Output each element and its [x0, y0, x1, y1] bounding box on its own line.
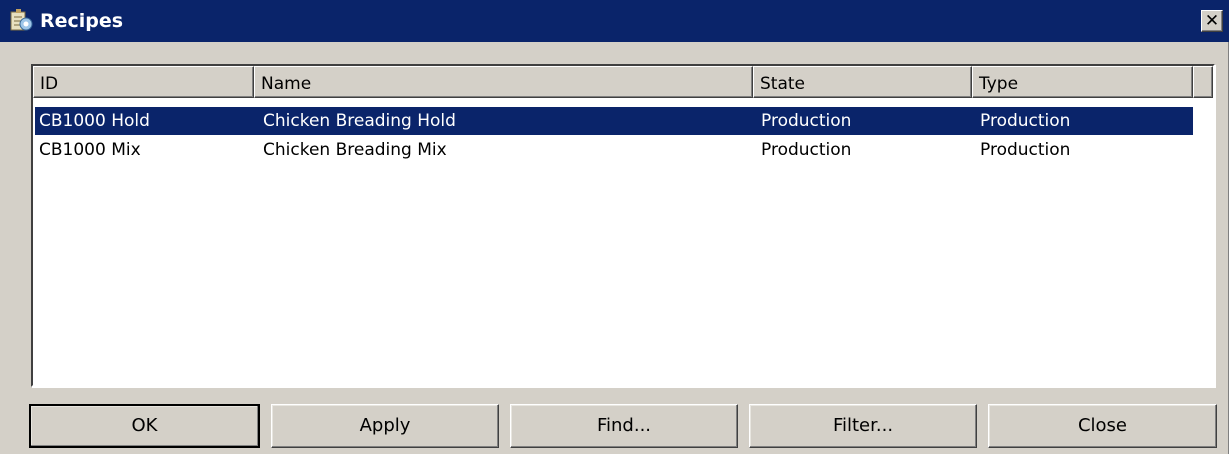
- cell-type: Production: [980, 111, 1071, 131]
- filter-button[interactable]: Filter...: [749, 404, 977, 448]
- cell-state: Production: [761, 111, 852, 131]
- table-row[interactable]: CB1000 Hold Chicken Breading Hold Produc…: [35, 107, 1193, 135]
- cell-name: Chicken Breading Hold: [263, 111, 456, 131]
- close-button[interactable]: Close: [988, 404, 1217, 448]
- column-header-type[interactable]: Type: [972, 66, 1193, 98]
- close-x-icon: ✕: [1204, 11, 1220, 31]
- column-header-state[interactable]: State: [753, 66, 972, 98]
- ok-button[interactable]: OK: [29, 404, 260, 448]
- cell-id: CB1000 Hold: [39, 111, 150, 131]
- column-header-id[interactable]: ID: [33, 66, 254, 98]
- list-header: ID Name State Type: [33, 66, 1213, 98]
- title-bar[interactable]: Recipes ✕: [0, 0, 1229, 42]
- cell-type: Production: [980, 140, 1071, 160]
- find-button[interactable]: Find...: [510, 404, 738, 448]
- table-row[interactable]: CB1000 Mix Chicken Breading Mix Producti…: [35, 136, 1193, 164]
- cell-name: Chicken Breading Mix: [263, 140, 447, 160]
- recipes-dialog: Recipes ✕ ID Name State Type CB1000 Hold…: [0, 0, 1229, 454]
- apply-button[interactable]: Apply: [271, 404, 499, 448]
- recipes-app-icon: [8, 8, 34, 34]
- cell-id: CB1000 Mix: [39, 140, 141, 160]
- column-header-name[interactable]: Name: [254, 66, 753, 98]
- window-title: Recipes: [40, 10, 124, 32]
- cell-state: Production: [761, 140, 852, 160]
- column-header-filler: [1193, 66, 1213, 98]
- recipes-list[interactable]: ID Name State Type CB1000 Hold Chicken B…: [31, 64, 1215, 387]
- window-close-button[interactable]: ✕: [1201, 10, 1223, 32]
